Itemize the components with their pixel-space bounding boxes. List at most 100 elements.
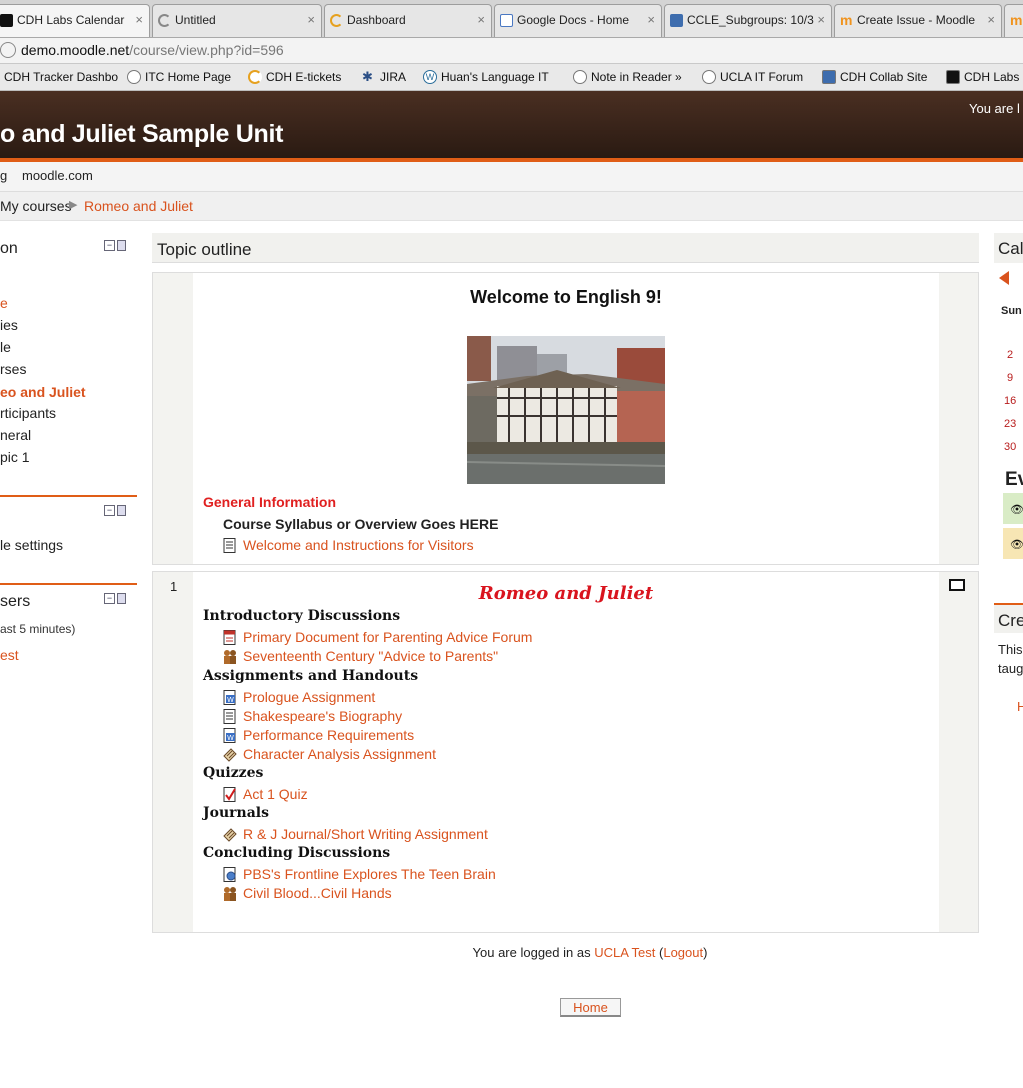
moodle-icon: m xyxy=(840,12,853,28)
loading-icon xyxy=(158,14,171,27)
dock-icon[interactable] xyxy=(117,240,126,251)
forum-icon xyxy=(224,887,236,901)
menu-item-fragment[interactable]: g xyxy=(0,168,7,183)
eye-icon[interactable]: 👁 xyxy=(1010,538,1023,551)
nav-item-topic-1[interactable]: pic 1 xyxy=(0,449,30,465)
logout-link[interactable]: Logout xyxy=(663,945,703,960)
tab-ccle-subgroups[interactable]: CCLE_Subgroups: 10/3 × xyxy=(664,4,832,37)
menu-item-moodle-com[interactable]: moodle.com xyxy=(22,168,93,183)
activity-link[interactable]: R & J Journal/Short Writing Assignment xyxy=(243,826,488,842)
breadcrumb-my-courses[interactable]: My courses xyxy=(0,198,72,214)
settings-item-profile[interactable]: le settings xyxy=(0,537,63,553)
tab-create-issue[interactable]: m Create Issue - Moodle × xyxy=(834,4,1002,37)
nav-item-participants[interactable]: rticipants xyxy=(0,405,56,421)
ucla-icon xyxy=(822,70,836,84)
forum-icon xyxy=(224,650,236,664)
bookmark-cdh-labs[interactable]: CDH Labs xyxy=(946,70,1019,84)
event-row[interactable]: 👁 xyxy=(1003,528,1023,559)
bookmarks-bar: CDH Tracker Dashbo ITC Home Page CDH E-t… xyxy=(0,64,1023,91)
nav-item-my-courses[interactable]: rses xyxy=(0,361,26,377)
home-button[interactable]: Home xyxy=(560,998,621,1017)
nav-item-home[interactable]: e xyxy=(0,295,8,311)
bookmark-label: CDH E-tickets xyxy=(266,70,342,84)
bookmark-cdh-tracker[interactable]: CDH Tracker Dashbo xyxy=(0,70,118,84)
dock-control[interactable]: − xyxy=(104,240,126,251)
dock-control[interactable]: − xyxy=(104,593,126,604)
subheading-introductory-discussions: Introductory Discussions xyxy=(203,608,401,624)
activity-link[interactable]: Performance Requirements xyxy=(243,727,414,743)
calendar-block-title: Cal xyxy=(998,239,1023,258)
bookmark-label: JIRA xyxy=(380,70,407,84)
dock-control[interactable]: − xyxy=(104,505,126,516)
tab-cdh-labs-calendar[interactable]: CDH Labs Calendar × xyxy=(0,4,150,37)
section-number: 1 xyxy=(170,579,178,594)
pdf-icon xyxy=(223,630,236,645)
users-block-note: ast 5 minutes) xyxy=(0,622,76,636)
dock-icon[interactable] xyxy=(117,593,126,604)
breadcrumb-course[interactable]: Romeo and Juliet xyxy=(84,198,193,214)
collapse-icon[interactable]: − xyxy=(104,240,115,251)
word-doc-icon: W xyxy=(223,728,236,743)
calendar-day[interactable]: 16 xyxy=(1004,395,1016,407)
calendar-day[interactable]: 30 xyxy=(1004,441,1016,453)
calendar-day[interactable]: 2 xyxy=(1007,349,1013,361)
collapse-icon[interactable]: − xyxy=(104,593,115,604)
activity-link[interactable]: Primary Document for Parenting Advice Fo… xyxy=(243,629,532,645)
tab-untitled[interactable]: Untitled × xyxy=(152,4,322,37)
activity-link[interactable]: PBS's Frontline Explores The Teen Brain xyxy=(243,866,496,882)
bookmark-ucla-it-forum[interactable]: UCLA IT Forum xyxy=(702,70,803,84)
nav-item-my-pages[interactable]: ies xyxy=(0,317,18,333)
previous-month-icon[interactable] xyxy=(999,271,1009,285)
bookmark-jira[interactable]: ✱ JIRA xyxy=(362,70,406,84)
nav-item-my-profile[interactable]: le xyxy=(0,339,11,355)
activity-link[interactable]: Shakespeare's Biography xyxy=(243,708,402,724)
tab-label: Dashboard xyxy=(347,13,406,27)
tab-dashboard[interactable]: Dashboard × xyxy=(324,4,492,37)
calendar-day[interactable]: 9 xyxy=(1007,372,1013,384)
svg-text:W: W xyxy=(227,734,234,742)
bookmark-note-in-reader[interactable]: Note in Reader » xyxy=(573,70,682,84)
loading-icon xyxy=(330,14,343,27)
close-icon[interactable]: × xyxy=(987,12,995,27)
docs-icon xyxy=(500,14,513,27)
highlight-section-icon[interactable] xyxy=(949,579,965,591)
bookmark-huans-language[interactable]: W Huan's Language IT xyxy=(423,70,549,84)
breadcrumb: My courses ▶ Romeo and Juliet xyxy=(0,192,1023,221)
url-text[interactable]: demo.moodle.net/course/view.php?id=596 xyxy=(21,42,284,58)
activity-link[interactable]: Civil Blood...Civil Hands xyxy=(243,885,392,901)
close-icon[interactable]: × xyxy=(307,12,315,27)
tab-google-docs[interactable]: Google Docs - Home × xyxy=(494,4,662,37)
welcome-heading: Welcome to English 9! xyxy=(470,287,662,307)
tab-overflow[interactable]: m xyxy=(1004,4,1023,37)
footer-user-link[interactable]: UCLA Test xyxy=(594,945,655,960)
activity-link[interactable]: Welcome and Instructions for Visitors xyxy=(243,537,474,553)
activity-link[interactable]: Act 1 Quiz xyxy=(243,786,308,802)
collapse-icon[interactable]: − xyxy=(104,505,115,516)
event-row[interactable]: 👁 xyxy=(1003,493,1023,524)
bookmark-cdh-etickets[interactable]: CDH E-tickets xyxy=(248,70,341,84)
online-user-link[interactable]: est xyxy=(0,647,19,663)
activity-link[interactable]: Character Analysis Assignment xyxy=(243,746,436,762)
close-icon[interactable]: × xyxy=(477,12,485,27)
subheading-concluding-discussions: Concluding Discussions xyxy=(203,845,391,861)
bookmark-cdh-collab[interactable]: CDH Collab Site xyxy=(822,70,927,84)
calendar-day[interactable]: 23 xyxy=(1004,418,1016,430)
globe-icon xyxy=(702,70,716,84)
close-icon[interactable]: × xyxy=(647,12,655,27)
close-icon[interactable]: × xyxy=(135,12,143,27)
bookmark-itc-home[interactable]: ITC Home Page xyxy=(127,70,231,84)
address-bar[interactable]: demo.moodle.net/course/view.php?id=596 xyxy=(0,38,1023,64)
eye-icon[interactable]: 👁 xyxy=(1010,503,1023,516)
create-block-text: taug xyxy=(998,661,1023,676)
events-block-title: Ev xyxy=(1005,469,1023,490)
activity-link[interactable]: Seventeenth Century "Advice to Parents" xyxy=(243,648,498,664)
svg-text:W: W xyxy=(227,696,234,704)
close-icon[interactable]: × xyxy=(817,12,825,27)
create-block-link[interactable]: H xyxy=(1017,699,1023,714)
globe-theatre-image xyxy=(467,336,665,484)
dock-icon[interactable] xyxy=(117,505,126,516)
nav-item-general[interactable]: neral xyxy=(0,427,31,443)
nav-item-romeo-and-juliet[interactable]: eo and Juliet xyxy=(0,384,86,400)
activity-link[interactable]: Prologue Assignment xyxy=(243,689,375,705)
globe-icon xyxy=(0,42,16,58)
